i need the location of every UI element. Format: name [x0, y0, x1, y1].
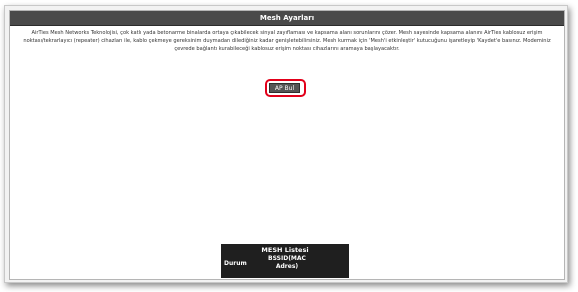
- panel-title: Mesh Ayarları: [10, 11, 564, 26]
- mesh-list-table: MESH Listesi Durum BSSID(MAC Adres): [221, 244, 349, 278]
- page-frame: Mesh Ayarları AirTies Mesh Networks Tekn…: [4, 5, 568, 283]
- column-header-bssid: BSSID(MAC Adres): [268, 255, 306, 270]
- mesh-list-title: MESH Listesi: [261, 246, 309, 254]
- column-header-durum: Durum: [224, 260, 247, 267]
- mesh-description: AirTies Mesh Networks Teknolojisi, çok k…: [23, 30, 551, 52]
- mesh-settings-panel: Mesh Ayarları AirTies Mesh Networks Tekn…: [9, 10, 565, 280]
- ap-search-button[interactable]: AP Bul: [269, 83, 300, 93]
